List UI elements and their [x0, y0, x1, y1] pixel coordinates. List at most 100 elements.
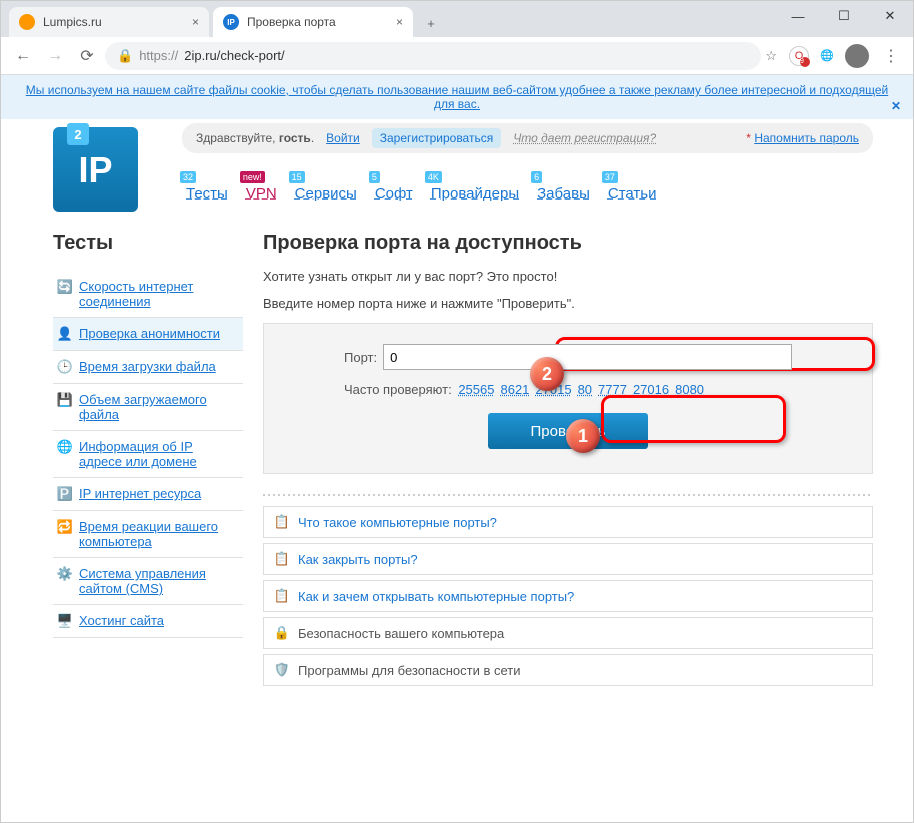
sidebar-link[interactable]: Проверка анонимности: [79, 326, 220, 341]
sidebar-icon: 🔁: [57, 519, 73, 535]
nav-софт[interactable]: 5Софт: [375, 173, 413, 202]
nav-забавы[interactable]: 6Забавы: [537, 173, 590, 202]
port-label: Порт:: [344, 350, 377, 365]
main-nav: 32Тесты new!VPN 15Сервисы 5Софт 4KПровайдеры…: [182, 173, 873, 202]
title-bar: Lumpics.ru × IP Проверка порта × + — ☐ ✕: [1, 1, 913, 37]
remind-password-link[interactable]: Напомнить пароль: [754, 131, 859, 145]
faq-link[interactable]: Как и зачем открывать компьютерные порты…: [298, 589, 574, 604]
sidebar-link[interactable]: Хостинг сайта: [79, 613, 164, 628]
sidebar-link[interactable]: Информация об IP адресе или домене: [79, 439, 239, 469]
login-link[interactable]: Войти: [326, 131, 360, 145]
faq-item: 🔒Безопасность вашего компьютера: [263, 617, 873, 649]
browser-chrome: Lumpics.ru × IP Проверка порта × + — ☐ ✕…: [1, 1, 913, 75]
sidebar-link[interactable]: Время загрузки файла: [79, 359, 216, 374]
greet-text: Здравствуйте,: [196, 131, 279, 145]
nav-провайдеры[interactable]: 4KПровайдеры: [431, 173, 519, 202]
nav-vpn[interactable]: new!VPN: [246, 173, 277, 202]
bookmark-icon[interactable]: ☆: [765, 48, 777, 64]
freq-port-link[interactable]: 25565: [458, 382, 494, 397]
sidebar-item[interactable]: 🅿️ IP интернет ресурса: [53, 478, 243, 511]
url-text: 2ip.ru/check-port/: [184, 48, 284, 63]
nav-badge: 4K: [425, 171, 442, 183]
close-icon[interactable]: ×: [192, 15, 199, 29]
nav-badge: 15: [289, 171, 305, 183]
tab-lumpics[interactable]: Lumpics.ru ×: [9, 7, 209, 37]
sidebar-item[interactable]: 🔁 Время реакции вашего компьютера: [53, 511, 243, 558]
sidebar-icon: ⚙️: [57, 566, 73, 582]
faq-icon: 🔒: [274, 625, 290, 641]
reg-faq-link[interactable]: Что дает регистрация?: [513, 131, 656, 145]
sidebar-item[interactable]: 💾Объем загружаемого файла: [53, 384, 243, 431]
nav-badge: 37: [602, 171, 618, 183]
cookie-close-icon[interactable]: ✕: [891, 99, 901, 113]
sidebar-item[interactable]: 🕒 Время загрузки файла: [53, 351, 243, 384]
nav-тесты[interactable]: 32Тесты: [186, 173, 228, 202]
sidebar-item[interactable]: 👤 Проверка анонимности: [53, 318, 243, 351]
close-button[interactable]: ✕: [867, 1, 913, 31]
faq-icon: 🛡️: [274, 662, 290, 678]
sidebar-item[interactable]: 🖥️ Хостинг сайта: [53, 605, 243, 638]
nav-badge: new!: [240, 171, 265, 183]
sidebar-item[interactable]: 🌐Информация об IP адресе или домене: [53, 431, 243, 478]
url-scheme: https://: [139, 48, 178, 63]
port-input[interactable]: [383, 344, 792, 370]
nav-bar: ← → ⟳ 🔒 https://2ip.ru/check-port/ ☆ O9 …: [1, 37, 913, 75]
logo-badge: 2: [67, 123, 89, 145]
site-logo[interactable]: 2 IP: [53, 127, 138, 212]
close-icon[interactable]: ×: [396, 15, 403, 29]
register-link[interactable]: Зарегистрироваться: [372, 128, 501, 148]
sidebar-link[interactable]: Скорость интернет соединения: [79, 279, 239, 309]
sidebar-link[interactable]: Объем загружаемого файла: [79, 392, 239, 422]
sidebar-icon: 🅿️: [57, 486, 73, 502]
sidebar-link[interactable]: IP интернет ресурса: [79, 486, 201, 501]
faq-item[interactable]: 📋 Как закрыть порты?: [263, 543, 873, 575]
menu-button[interactable]: ⋮: [877, 42, 905, 70]
lock-icon: 🔒: [117, 48, 133, 64]
cookie-banner: Мы используем на нашем сайте файлы cooki…: [1, 75, 913, 119]
new-tab-button[interactable]: +: [417, 9, 445, 37]
port-check-box: 1 2 Порт: Часто проверяют: 2556586212701…: [263, 323, 873, 474]
nav-статьи[interactable]: 37Статьи: [608, 173, 657, 202]
cookie-link[interactable]: Мы используем на нашем сайте файлы cooki…: [26, 83, 888, 111]
back-button[interactable]: ←: [9, 42, 37, 70]
annotation-marker-1: 1: [566, 419, 600, 453]
freq-port-link[interactable]: 27016: [633, 382, 669, 397]
faq-link[interactable]: Что такое компьютерные порты?: [298, 515, 497, 530]
tab-title: Проверка порта: [247, 15, 336, 29]
logo-text: IP: [78, 149, 112, 191]
freq-port-link[interactable]: 7777: [598, 382, 627, 397]
profile-avatar[interactable]: [845, 44, 869, 68]
main-content: Проверка порта на доступность Хотите узн…: [263, 232, 873, 691]
faq-item: 🛡️Программы для безопасности в сети: [263, 654, 873, 686]
maximize-button[interactable]: ☐: [821, 1, 867, 31]
freq-port-link[interactable]: 80: [578, 382, 592, 397]
freq-port-link[interactable]: 8080: [675, 382, 704, 397]
sidebar-icon: 🖥️: [57, 613, 73, 629]
nav-сервисы[interactable]: 15Сервисы: [295, 173, 357, 202]
sidebar-icon: 🕒: [57, 359, 73, 375]
faq-item[interactable]: 📋Как и зачем открывать компьютерные порт…: [263, 580, 873, 612]
tab-check-port[interactable]: IP Проверка порта ×: [213, 7, 413, 37]
reload-button[interactable]: ⟳: [73, 42, 101, 70]
faq-icon: 📋: [274, 551, 290, 567]
extension-icon[interactable]: O9: [789, 46, 809, 66]
intro-text-1: Хотите узнать открыт ли у вас порт? Это …: [263, 269, 873, 284]
tab-title: Lumpics.ru: [43, 15, 102, 29]
forward-button[interactable]: →: [41, 42, 69, 70]
sidebar-link[interactable]: Система управления сайтом (CMS): [79, 566, 239, 596]
frequent-ports-row: Часто проверяют: 25565862127015807777270…: [344, 382, 792, 397]
minimize-button[interactable]: —: [775, 1, 821, 31]
address-bar[interactable]: 🔒 https:// 2ip.ru/check-port/: [105, 42, 761, 70]
sidebar-item[interactable]: ⚙️ Система управления сайтом (CMS): [53, 558, 243, 605]
nav-badge: 32: [180, 171, 196, 183]
faq-link[interactable]: Как закрыть порты?: [298, 552, 418, 567]
faq-item[interactable]: 📋Что такое компьютерные порты?: [263, 506, 873, 538]
freq-port-link[interactable]: 8621: [500, 382, 529, 397]
divider: [263, 494, 873, 496]
intro-text-2: Введите номер порта ниже и нажмите "Пров…: [263, 296, 873, 311]
sidebar-icon: 👤: [57, 326, 73, 342]
sidebar-item[interactable]: 🔄Скорость интернет соединения: [53, 271, 243, 318]
sidebar-link[interactable]: Время реакции вашего компьютера: [79, 519, 239, 549]
extension-icon[interactable]: 🌐: [817, 46, 837, 66]
freq-label: Часто проверяют:: [344, 382, 452, 397]
